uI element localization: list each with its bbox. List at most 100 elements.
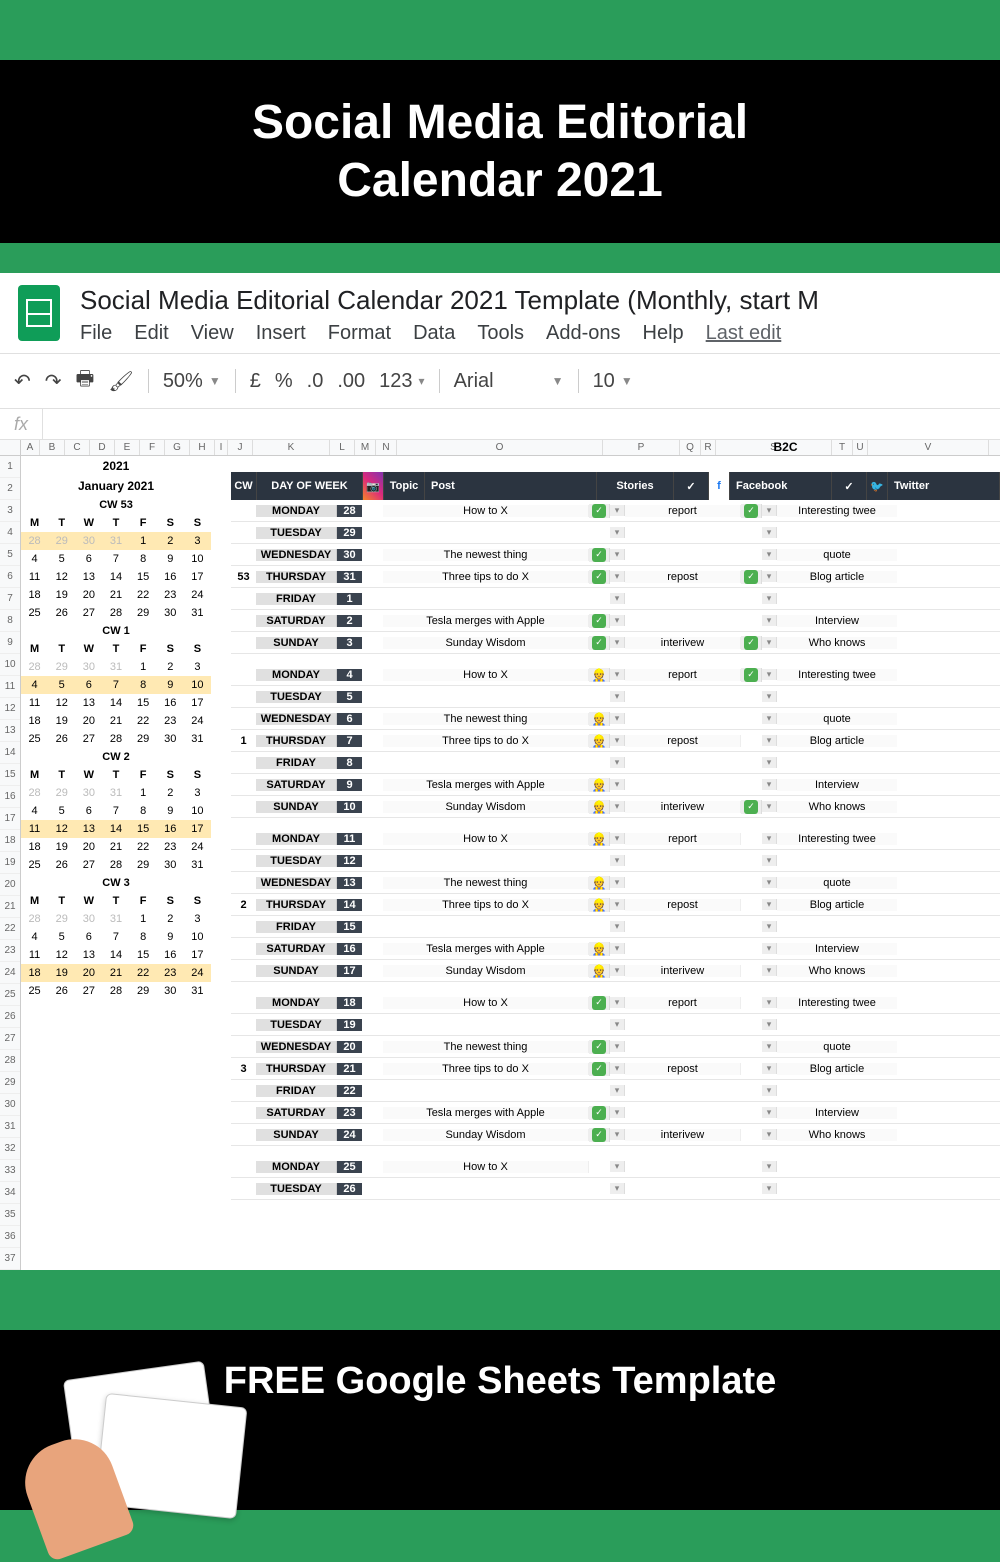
menu-insert[interactable]: Insert — [256, 322, 306, 345]
cal-day[interactable]: 14 — [102, 946, 129, 964]
col-header[interactable]: F — [140, 440, 165, 455]
cal-day[interactable]: 20 — [75, 964, 102, 982]
cal-day[interactable]: 25 — [21, 982, 48, 1000]
cal-day[interactable]: 19 — [48, 712, 75, 730]
planner-row[interactable]: 3 THURSDAY 21 Three tips to do X ✓ ▾ rep… — [231, 1058, 1000, 1080]
cell-date[interactable]: 7 — [337, 735, 362, 747]
planner-row[interactable]: TUESDAY 19 ▾ ▾ — [231, 1014, 1000, 1036]
row-header[interactable]: 30 — [0, 1094, 20, 1116]
font-size-select[interactable]: 10▼ — [593, 370, 633, 393]
cell-date[interactable]: 8 — [337, 757, 362, 769]
cell-check[interactable]: ✓ — [589, 996, 610, 1010]
row-header[interactable]: 21 — [0, 896, 20, 918]
font-select[interactable]: Arial▼ — [454, 370, 564, 393]
cell-date[interactable]: 17 — [337, 965, 362, 977]
row-header[interactable]: 1 — [0, 456, 20, 478]
cal-day[interactable]: 31 — [184, 982, 211, 1000]
cal-day[interactable]: 8 — [130, 802, 157, 820]
cal-day[interactable]: 21 — [102, 712, 129, 730]
cal-day[interactable]: 27 — [75, 730, 102, 748]
planner-row[interactable]: WEDNESDAY 13 The newest thing 👷 ▾ ▾ quot… — [231, 872, 1000, 894]
cal-day[interactable]: 10 — [184, 802, 211, 820]
row-header[interactable]: 35 — [0, 1204, 20, 1226]
cell-day[interactable]: MONDAY — [256, 505, 337, 517]
cal-day[interactable]: 22 — [130, 586, 157, 604]
cal-day[interactable]: 4 — [21, 928, 48, 946]
row-header[interactable]: 25 — [0, 984, 20, 1006]
cell-date[interactable]: 10 — [337, 801, 362, 813]
cell-dropdown[interactable]: ▾ — [762, 637, 777, 648]
cell-dropdown[interactable]: ▾ — [610, 833, 625, 844]
cal-day[interactable]: 20 — [75, 712, 102, 730]
undo-button[interactable]: ↶ — [14, 369, 31, 394]
cal-day[interactable]: 28 — [102, 730, 129, 748]
row-header[interactable]: 11 — [0, 676, 20, 698]
cal-day[interactable]: 27 — [75, 982, 102, 1000]
cell-cw[interactable]: 3 — [231, 1063, 256, 1075]
row-header[interactable]: 2 — [0, 478, 20, 500]
menu-help[interactable]: Help — [643, 322, 684, 345]
row-header[interactable]: 4 — [0, 522, 20, 544]
planner-row[interactable]: FRIDAY 1 ▾ ▾ — [231, 588, 1000, 610]
cal-day[interactable]: 9 — [157, 928, 184, 946]
row-header[interactable]: 12 — [0, 698, 20, 720]
cell-dropdown[interactable]: ▾ — [762, 1161, 777, 1172]
row-header[interactable]: 36 — [0, 1226, 20, 1248]
cell-dropdown[interactable]: ▾ — [762, 505, 777, 516]
row-header[interactable]: 28 — [0, 1050, 20, 1072]
row-header[interactable]: 13 — [0, 720, 20, 742]
cell-post[interactable]: Tesla merges with Apple — [383, 779, 589, 791]
cell-twitter[interactable]: Who knows — [777, 637, 897, 649]
decrease-decimal-button[interactable]: .0 — [307, 370, 324, 393]
cal-day[interactable]: 23 — [157, 838, 184, 856]
cell-dropdown[interactable]: ▾ — [762, 527, 777, 538]
cal-day[interactable]: 17 — [184, 820, 211, 838]
menu-view[interactable]: View — [191, 322, 234, 345]
cell-twitter[interactable]: quote — [777, 713, 897, 725]
cal-day[interactable]: 22 — [130, 712, 157, 730]
number-format-select[interactable]: 123▾ — [379, 370, 424, 393]
row-header[interactable]: 20 — [0, 874, 20, 896]
cal-day[interactable]: 6 — [75, 802, 102, 820]
cell-day[interactable]: TUESDAY — [256, 527, 337, 539]
cal-day[interactable]: 28 — [21, 910, 48, 928]
cal-day[interactable]: 26 — [48, 604, 75, 622]
cell-dropdown[interactable]: ▾ — [762, 571, 777, 582]
cal-day[interactable]: 5 — [48, 676, 75, 694]
cell-date[interactable]: 21 — [337, 1063, 362, 1075]
cal-day[interactable]: 20 — [75, 586, 102, 604]
cell-dropdown[interactable]: ▾ — [762, 713, 777, 724]
cal-day[interactable]: 19 — [48, 964, 75, 982]
cell-check[interactable]: ✓ — [589, 636, 610, 650]
cell-day[interactable]: SATURDAY — [256, 1107, 337, 1119]
cell-dropdown[interactable]: ▾ — [610, 1041, 625, 1052]
cell-date[interactable]: 23 — [337, 1107, 362, 1119]
cell-facebook[interactable]: interivew — [625, 801, 741, 813]
cell-dropdown[interactable]: ▾ — [610, 997, 625, 1008]
cell-twitter[interactable]: Interview — [777, 943, 897, 955]
menu-tools[interactable]: Tools — [477, 322, 524, 345]
cell-post[interactable]: Tesla merges with Apple — [383, 1107, 589, 1119]
cal-day[interactable]: 7 — [102, 550, 129, 568]
cell-check[interactable]: 👷 — [589, 876, 610, 890]
cell-day[interactable]: SATURDAY — [256, 779, 337, 791]
cal-day[interactable]: 3 — [184, 532, 211, 550]
percent-button[interactable]: % — [275, 370, 293, 393]
cell-post[interactable]: Three tips to do X — [383, 735, 589, 747]
cell-date[interactable]: 29 — [337, 527, 362, 539]
cal-day[interactable]: 14 — [102, 568, 129, 586]
cell-dropdown[interactable]: ▾ — [762, 549, 777, 560]
cell-day[interactable]: THURSDAY — [256, 1063, 337, 1075]
cal-day[interactable]: 12 — [48, 568, 75, 586]
cell-twitter[interactable]: Who knows — [777, 965, 897, 977]
col-header[interactable]: K — [253, 440, 330, 455]
cal-day[interactable]: 28 — [102, 856, 129, 874]
cell-date[interactable]: 15 — [337, 921, 362, 933]
cal-day[interactable]: 3 — [184, 658, 211, 676]
planner-row[interactable]: TUESDAY 12 ▾ ▾ — [231, 850, 1000, 872]
cell-day[interactable]: THURSDAY — [256, 571, 337, 583]
cal-day[interactable]: 18 — [21, 838, 48, 856]
cell-date[interactable]: 3 — [337, 637, 362, 649]
menu-addons[interactable]: Add-ons — [546, 322, 621, 345]
cell-dropdown[interactable]: ▾ — [762, 1063, 777, 1074]
